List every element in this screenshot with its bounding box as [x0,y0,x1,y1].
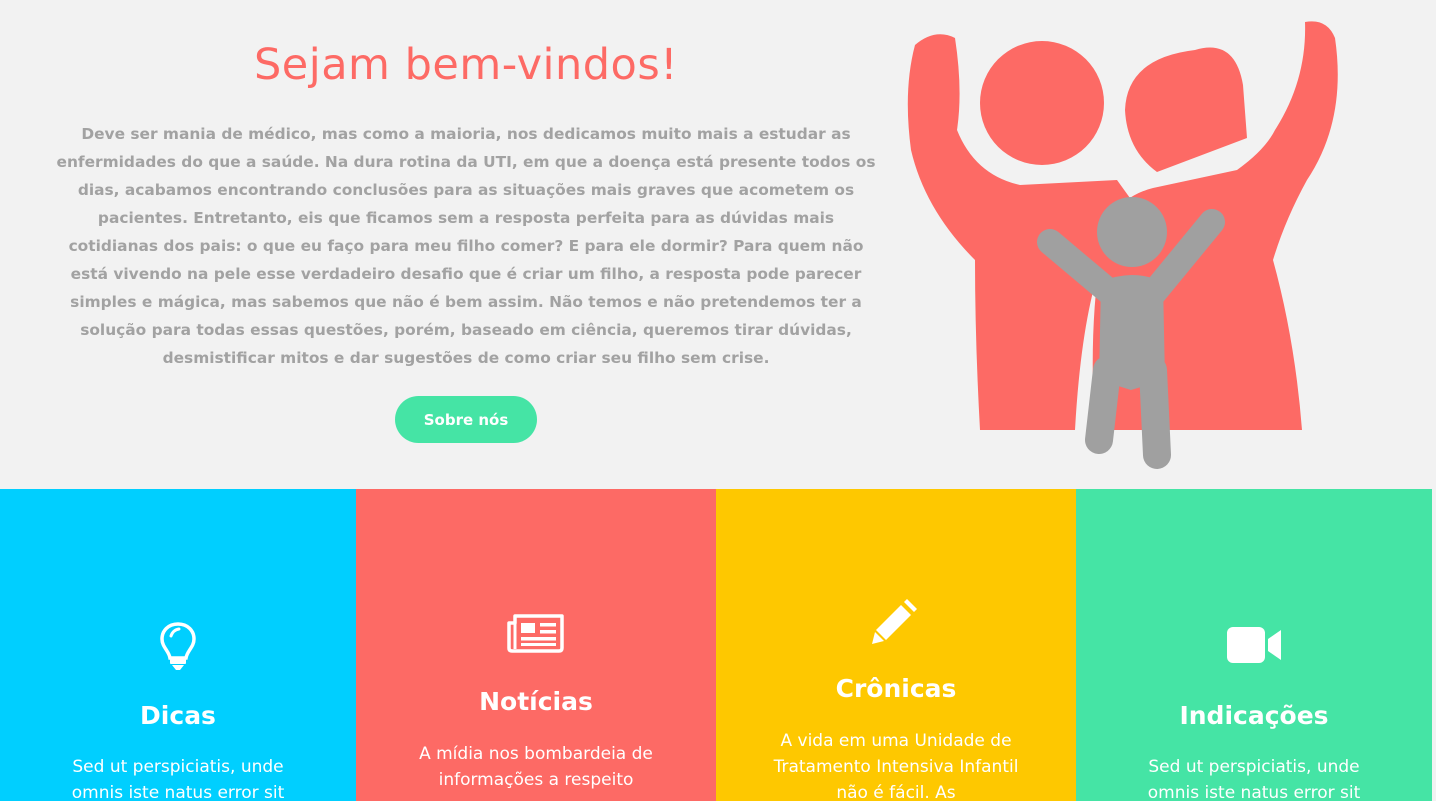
lightbulb-icon [160,622,196,670]
card-noticias[interactable]: Notícias A mídia nos bombardeia de infor… [356,489,716,801]
card-text: Sed ut perspiciatis, unde omnis iste nat… [71,757,285,801]
pencil-icon [872,599,917,644]
welcome-title: Sejam bem-vindos! [254,40,678,90]
welcome-section: Sejam bem-vindos! Deve ser mania de médi… [0,0,1436,489]
card-dicas[interactable]: Dicas Sed ut perspiciatis, unde omnis is… [0,489,356,801]
card-title: Crônicas [835,674,957,703]
card-title: Notícias [479,687,593,716]
about-us-button[interactable]: Sobre nós [395,396,537,443]
category-cards: Dicas Sed ut perspiciatis, unde omnis is… [0,489,1436,801]
family-icon [907,21,1338,469]
card-text: A vida em uma Unidade de Tratamento Inte… [773,731,1019,801]
card-text: Sed ut perspiciatis, unde omnis iste nat… [1147,757,1361,801]
card-cronicas[interactable]: Crônicas A vida em uma Unidade de Tratam… [716,489,1076,801]
newspaper-icon [507,614,564,653]
video-camera-icon [1227,627,1281,663]
welcome-text: Deve ser mania de médico, mas como a mai… [56,125,876,367]
card-title: Indicações [1179,701,1329,730]
card-text: A mídia nos bombardeia de informações a … [419,744,653,790]
card-title: Dicas [140,701,216,730]
card-indicacoes[interactable]: Indicações Sed ut perspiciatis, unde omn… [1076,489,1432,801]
